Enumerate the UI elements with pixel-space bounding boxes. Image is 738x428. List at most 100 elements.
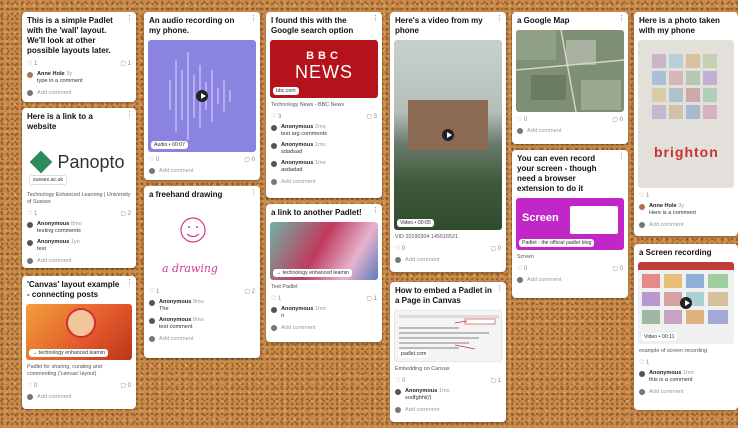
kebab-menu-icon[interactable]: ⋮ [496,15,503,22]
heart-icon[interactable]: ♡ 0 [517,265,527,272]
heart-icon[interactable]: ♡ 3 [271,113,281,120]
play-icon[interactable] [680,297,692,309]
link-description: Padlet for sharing, curating and comment… [27,364,102,377]
avatar [639,389,645,395]
post-card-google-map[interactable]: ⋮ a Google Map ♡ 0 ▢ 0 Add comment [512,12,628,144]
audio-player[interactable]: Audio • 00:07 [148,40,256,152]
post-title: You can even record your screen - though… [517,154,597,193]
kebab-menu-icon[interactable]: ⋮ [126,279,133,286]
avatar [271,307,277,313]
post-title: This is a simple Padlet with the 'wall' … [27,16,113,55]
link-preview-image[interactable]: padlet.com [394,310,502,362]
comment: Anonymous 1mo n [266,304,382,322]
post-title: a Google Map [517,16,570,25]
heart-icon[interactable]: ♡ 0 [395,245,405,252]
video-player[interactable]: Video • 00:11 [638,262,734,344]
comment-bubble-icon[interactable]: ▢ 2 [120,210,131,217]
link-domain: padlet.com [398,350,430,358]
kebab-menu-icon[interactable]: ⋮ [250,189,257,196]
heart-icon[interactable]: ♡ 1 [27,210,37,217]
heart-icon[interactable]: ♡ 1 [639,359,649,366]
add-comment-button[interactable]: Add comment [266,176,382,188]
post-card-screen-recording[interactable]: a Screen recording Video • 00:11 example… [634,244,738,410]
heart-icon[interactable]: ♡ 0 [149,156,159,163]
post-card-wall-layout[interactable]: ⋮ This is a simple Padlet with the 'wall… [22,12,136,102]
heart-icon[interactable]: ♡ 1 [271,295,281,302]
comment-bubble-icon[interactable]: ▢ 0 [244,156,255,163]
kebab-menu-icon[interactable]: ⋮ [496,285,503,292]
add-comment-button[interactable]: Add comment [634,386,738,398]
add-comment-button[interactable]: Add comment [22,255,136,267]
heart-icon[interactable]: ♡ 0 [517,116,527,123]
post-card-bbc-news[interactable]: ⋮ I found this with the Google search op… [266,12,382,198]
avatar [27,240,33,246]
avatar [149,336,155,342]
comment-bubble-icon[interactable]: ▢ 1 [366,295,377,302]
post-title: I found this with the Google search opti… [271,16,354,35]
drawing-image[interactable]: a drawing [148,204,256,284]
link-description: Screen [517,254,535,260]
comment-bubble-icon[interactable]: ▢ 0 [490,245,501,252]
kebab-menu-icon[interactable]: ⋮ [126,15,133,22]
add-comment-button[interactable]: Add comment [266,322,382,334]
heart-icon[interactable]: ♡ 1 [149,288,159,295]
kebab-menu-icon[interactable]: ⋮ [372,15,379,22]
poster-text: brighton [654,144,719,160]
heart-icon[interactable]: ♡ 1 [639,192,649,199]
add-comment-button[interactable]: Add comment [512,125,628,137]
post-card-website-link[interactable]: ⋮ Here is a link to a website Panopto su… [22,108,136,268]
comment-bubble-icon[interactable]: ▢ 1 [120,60,131,67]
add-comment-button[interactable]: Add comment [22,391,136,403]
link-preview-image[interactable]: → technology enhanced learnin [26,304,132,360]
kebab-menu-icon[interactable]: ⋮ [250,15,257,22]
comment-bubble-icon[interactable]: ▢ 0 [120,382,131,389]
add-comment-button[interactable]: Add comment [634,219,738,231]
post-card-photo[interactable]: Here is a photo taken with my phone brig… [634,12,738,236]
avatar [27,72,33,78]
kebab-menu-icon[interactable]: ⋮ [126,111,133,118]
photo-image[interactable]: brighton [638,40,734,188]
comment-bubble-icon[interactable]: ▢ 0 [612,116,623,123]
kebab-menu-icon[interactable]: ⋮ [618,153,625,160]
add-comment-button[interactable]: Add comment [22,87,136,99]
add-comment-button[interactable]: Add comment [390,254,506,266]
avatar [271,143,277,149]
heart-icon[interactable]: ♡ 0 [27,382,37,389]
comment-bubble-icon[interactable]: ▢ 1 [490,377,501,384]
comment-bubble-icon[interactable]: ▢ 0 [612,265,623,272]
video-player[interactable]: Video • 00:05 [394,40,502,230]
kebab-menu-icon[interactable]: ⋮ [372,207,379,214]
link-preview-image[interactable]: Screen Padlet - the official padlet blog [516,198,624,250]
post-card-drawing[interactable]: ⋮ a freehand drawing a drawing ♡ 1 ▢ 2 An… [144,186,260,358]
play-icon[interactable] [196,90,208,102]
post-title: Here's a video from my phone [395,16,483,35]
heart-icon[interactable]: ♡ 0 [395,377,405,384]
comment: Anne Hole 3y Here is a comment [634,201,738,219]
comment: Anonymous 9mo The [144,297,260,315]
kebab-menu-icon[interactable]: ⋮ [618,15,625,22]
comment-bubble-icon[interactable]: ▢ 3 [366,113,377,120]
add-comment-button[interactable]: Add comment [512,274,628,286]
avatar [149,168,155,174]
post-card-canvas-layout[interactable]: ⋮ 'Canvas' layout example - connecting p… [22,276,136,409]
play-icon[interactable] [442,129,454,141]
comment: Anonymous 1mo asdadad [266,158,382,176]
link-preview-image[interactable]: BBC NEWS bbc.com [270,40,378,98]
post-card-audio[interactable]: ⋮ An audio recording on my phone. Audio … [144,12,260,180]
link-preview-image[interactable]: → technology enhanced learnin [270,222,378,280]
video-filename: VID 20190304 145516521 [395,234,458,240]
add-comment-button[interactable]: Add comment [144,333,260,345]
post-card-video[interactable]: ⋮ Here's a video from my phone Video • 0… [390,12,506,272]
comment-bubble-icon[interactable]: ▢ 2 [244,288,255,295]
media-duration: Audio • 00:07 [151,141,188,149]
post-card-padlet-link[interactable]: ⋮ a link to another Padlet! → technology… [266,204,382,342]
post-card-screen-record[interactable]: ⋮ You can even record your screen - thou… [512,150,628,298]
post-card-embed-canvas[interactable]: ⋮ How to embed a Padlet in a Page in Can… [390,282,506,422]
avatar [149,318,155,324]
add-comment-button[interactable]: Add comment [144,165,260,177]
heart-icon[interactable]: ♡ 1 [27,60,37,67]
link-preview-image[interactable]: Panopto sussex.ac.uk [26,136,132,188]
post-title: a Screen recording [639,248,712,257]
add-comment-button[interactable]: Add comment [390,404,506,416]
map-view[interactable] [516,30,624,112]
